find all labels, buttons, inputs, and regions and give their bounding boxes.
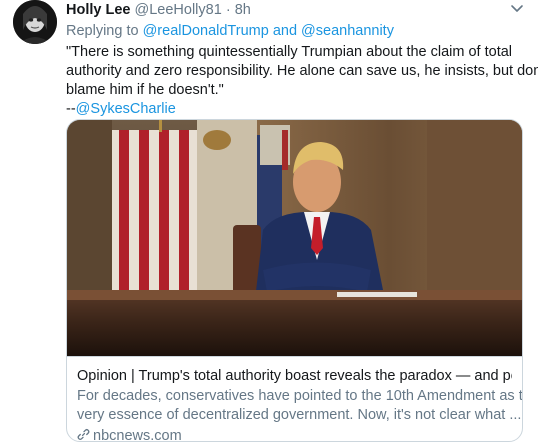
tweet[interactable]: Holly Lee @LeeHolly81 · 8h Replying to @… xyxy=(0,0,538,444)
link-icon xyxy=(77,428,90,441)
reply-mention-1[interactable]: @realDonaldTrump xyxy=(143,23,269,39)
attribution-prefix: -- xyxy=(66,101,76,117)
card-text[interactable]: Opinion | Trump's total authority boast … xyxy=(67,356,523,442)
card-domain[interactable]: nbcnews.com xyxy=(77,427,512,442)
link-preview-card[interactable]: Opinion | Trump's total authority boast … xyxy=(66,119,523,442)
avatar[interactable] xyxy=(13,0,57,44)
card-image[interactable] xyxy=(67,120,522,356)
tweet-text-line: "There is something quintessentially Tru… xyxy=(66,44,513,60)
card-title[interactable]: Opinion | Trump's total authority boast … xyxy=(77,367,512,386)
tweet-text: "There is something quintessentially Tru… xyxy=(66,43,538,119)
display-name[interactable]: Holly Lee xyxy=(66,2,130,18)
card-description-line: very essence of decentralized government… xyxy=(77,407,522,423)
card-description: For decades, conservatives have pointed … xyxy=(77,387,523,425)
reply-and[interactable]: and xyxy=(273,23,297,39)
tweet-text-line: blame him if he doesn't." xyxy=(66,82,224,98)
reply-mention-2[interactable]: @seanhannity xyxy=(301,23,394,39)
tweet-timestamp[interactable]: 8h xyxy=(235,2,251,18)
separator-dot: · xyxy=(225,2,231,18)
user-handle[interactable]: @LeeHolly81 xyxy=(135,2,222,18)
avatar-image xyxy=(13,0,57,44)
tweet-text-line: authority and zero responsibility. He al… xyxy=(66,63,538,79)
attribution-line: --@SykesCharlie xyxy=(66,100,521,119)
card-photo xyxy=(67,120,522,356)
card-description-line: For decades, conservatives have pointed … xyxy=(77,388,523,404)
replying-prefix: Replying to xyxy=(66,23,139,39)
tweet-header: Holly Lee @LeeHolly81 · 8h xyxy=(66,2,510,22)
card-domain-text: nbcnews.com xyxy=(93,428,182,442)
replying-to: Replying to @realDonaldTrump and @seanha… xyxy=(66,23,394,39)
chevron-down-icon[interactable] xyxy=(510,4,524,14)
attribution-mention[interactable]: @SykesCharlie xyxy=(76,101,176,117)
